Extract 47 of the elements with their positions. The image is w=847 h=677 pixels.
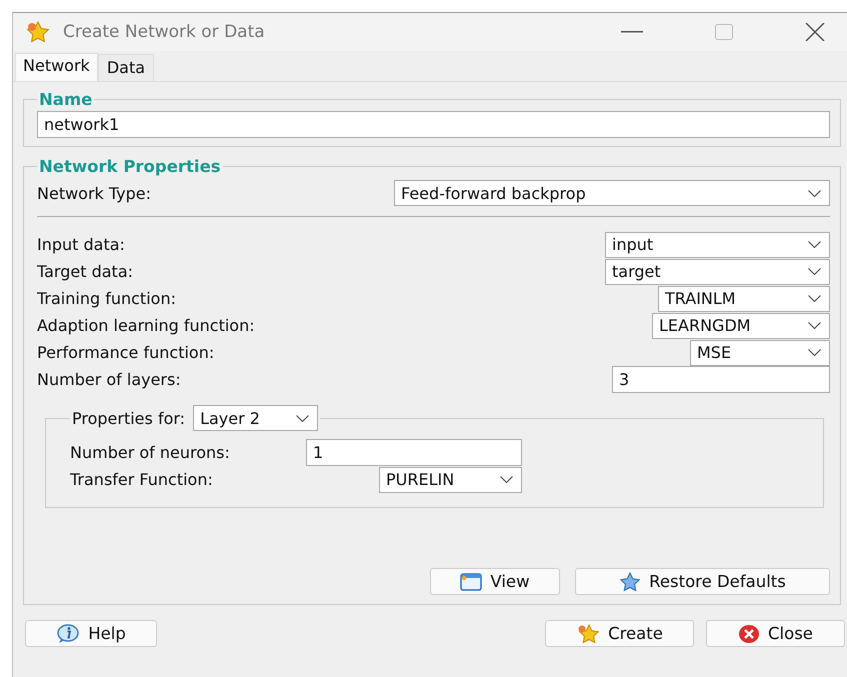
tab[interactable]: Network [15,53,98,81]
dropdown[interactable]: TRAINLM [658,286,830,312]
close-button[interactable]: Close [706,620,845,647]
input-field[interactable]: 1 [306,439,522,466]
window-icon [460,572,482,590]
restore-defaults-button[interactable]: Restore Defaults [575,568,830,595]
view-button[interactable]: View [430,568,560,595]
dropdown[interactable]: input [605,232,830,258]
dropdown[interactable]: target [605,258,830,284]
chevron-icon [500,476,513,483]
chevron-icon [296,414,310,422]
network-type-dropdown[interactable]: Feed-forward backprop [394,180,830,206]
field-label: Properties for: [72,408,186,428]
group-legend: Name [37,90,94,109]
field-label: Number of layers: [37,370,181,389]
dropdown[interactable]: PURELIN [379,466,522,492]
close-icon[interactable] [805,23,825,41]
chevron-icon [808,268,821,275]
chevron-icon [808,241,821,248]
group-legend: Network Properties [37,157,223,176]
star-icon [576,624,600,644]
chevron-icon [808,349,821,356]
star-icon [25,21,51,43]
chevron-icon [808,190,821,196]
field-label: Target data: [37,262,134,281]
field-label: Training function: [37,289,176,308]
field-label: Number of neurons: [70,443,230,462]
dropdown[interactable]: LEARNGDM [652,312,830,338]
name-field[interactable]: network1 [37,111,830,138]
field-label: Adaption learning function: [37,316,255,335]
chevron-icon [808,322,821,329]
info-icon [56,624,80,644]
close-icon [738,624,760,644]
input-field[interactable]: 3 [612,366,830,393]
minimize-icon[interactable] [621,31,643,33]
help-button[interactable]: Help [25,620,157,647]
star-icon [619,572,642,592]
field-label: Input data: [37,235,125,254]
field-label: Transfer Function: [70,470,213,489]
dropdown[interactable]: MSE [690,340,830,366]
field-label: Performance function: [37,343,214,362]
create-button[interactable]: Create [545,620,694,647]
field-label: Network Type: [37,184,152,202]
layer-dropdown[interactable]: Layer 2 [193,405,318,431]
chevron-icon [808,295,821,302]
tab[interactable]: Data [98,54,154,81]
window-title: Create Network or Data [63,22,265,42]
